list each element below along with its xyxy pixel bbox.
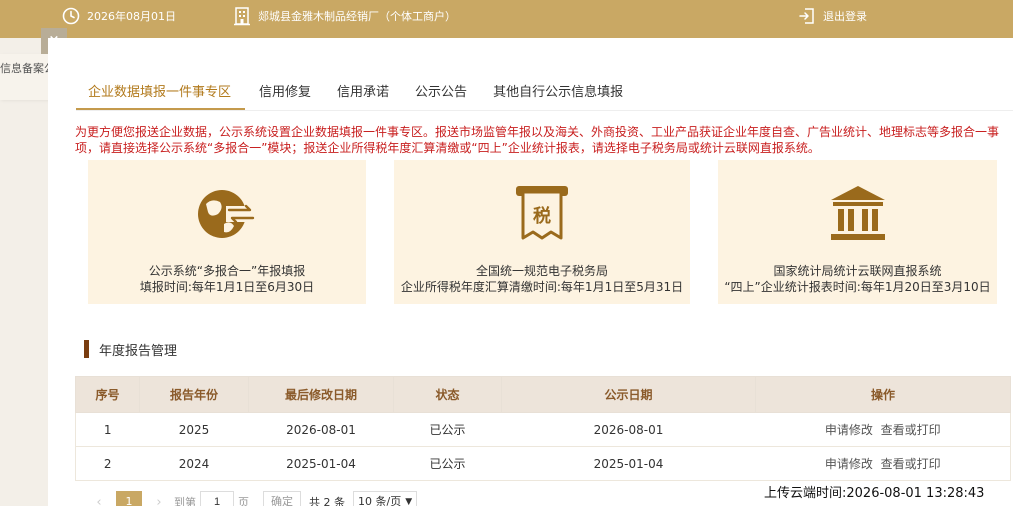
page-size-value: 10 条/页 — [358, 495, 402, 506]
tab-other-disclosure[interactable]: 其他自行公示信息填报 — [481, 80, 635, 110]
tax-icon-glyph: 税 — [533, 205, 551, 227]
goto-confirm-button[interactable]: 确定 — [263, 491, 301, 506]
goto-label: 到第 — [174, 496, 196, 506]
header-no: 序号 — [75, 376, 140, 413]
card-tax-bureau-title: 全国统一规范电子税务局 — [475, 264, 608, 278]
cell-status: 已公示 — [393, 446, 502, 481]
card-annual-report-title: 公示系统“多报合一”年报填报 — [148, 264, 306, 278]
prev-page-button[interactable]: ‹ — [88, 495, 110, 506]
header-published: 公示日期 — [501, 376, 756, 413]
cell-published: 2025-01-04 — [501, 446, 756, 481]
building-icon — [233, 6, 251, 26]
government-building-icon — [827, 184, 889, 247]
card-tax-bureau-period: 企业所得税年度汇算清缴时间:每年1月1日至5月31日 — [400, 280, 684, 294]
cell-modified: 2026-08-01 — [248, 412, 394, 447]
globe-exchange-icon — [196, 184, 258, 247]
cell-actions: 申请修改 查看或打印 — [755, 412, 1011, 447]
tab-public-notice[interactable]: 公示公告 — [403, 80, 479, 110]
card-statistics-title: 国家统计局统计云联网直报系统 — [773, 264, 942, 278]
apply-modify-link[interactable]: 申请修改 — [825, 423, 873, 437]
date-text: 2026年08月01日 — [87, 10, 176, 23]
apply-modify-link[interactable]: 申请修改 — [825, 457, 873, 471]
pagination: ‹ 1 › 到第 页 确定 共 2 条 10 条/页 ▼ — [88, 490, 418, 506]
cell-year: 2024 — [139, 446, 249, 481]
top-bar: 2026年08月01日 郯城县金雅木制品经销厂（个体工商户） 退出登录 — [0, 0, 1013, 38]
tab-bar: 企业数据填报一件事专区 信用修复 信用承诺 公示公告 其他自行公示信息填报 — [76, 80, 635, 110]
section-marker — [84, 340, 89, 358]
upload-time-stamp: 上传云端时间:2026-08-01 13:28:43 — [762, 484, 1013, 506]
date-display: 2026年08月01日 — [62, 0, 176, 32]
cell-actions: 申请修改 查看或打印 — [755, 446, 1011, 481]
cell-status: 已公示 — [393, 412, 502, 447]
card-statistics[interactable]: 国家统计局统计云联网直报系统 “四上”企业统计报表时间:每年1月20日至3月10… — [718, 160, 997, 304]
annual-report-table: 序号 报告年份 最后修改日期 状态 公示日期 操作 1 2025 2026-08… — [75, 376, 1011, 481]
main-panel: 企业数据填报一件事专区 信用修复 信用承诺 公示公告 其他自行公示信息填报 为更… — [48, 38, 1013, 506]
intro-notice: 为更方便您报送企业数据，公示系统设置企业数据填报一件事专区。报送市场监管年报以及… — [75, 125, 1000, 155]
left-gutter — [0, 38, 48, 506]
cell-published: 2026-08-01 — [501, 412, 756, 447]
cell-year: 2025 — [139, 412, 249, 447]
header-year: 报告年份 — [139, 376, 249, 413]
tax-icon: 税 — [511, 184, 573, 247]
logout-icon — [798, 7, 816, 25]
cell-no: 2 — [75, 446, 140, 481]
company-name: 郯城县金雅木制品经销厂（个体工商户） — [258, 10, 456, 23]
tab-credit-repair[interactable]: 信用修复 — [247, 80, 323, 110]
section-title: 年度报告管理 — [99, 343, 178, 359]
header-modified: 最后修改日期 — [248, 376, 394, 413]
chevron-down-icon: ▼ — [405, 497, 413, 506]
header-status: 状态 — [393, 376, 502, 413]
header-actions: 操作 — [755, 376, 1011, 413]
next-page-button[interactable]: › — [148, 495, 170, 506]
table-row: 1 2025 2026-08-01 已公示 2026-08-01 申请修改 查看… — [75, 412, 1011, 447]
total-count: 共 2 条 — [309, 496, 345, 506]
view-print-link[interactable]: 查看或打印 — [881, 423, 941, 437]
goto-page-input[interactable] — [200, 491, 234, 506]
current-page[interactable]: 1 — [116, 491, 142, 506]
company-display: 郯城县金雅木制品经销厂（个体工商户） — [233, 0, 456, 32]
card-annual-report[interactable]: 公示系统“多报合一”年报填报 填报时间:每年1月1日至6月30日 — [88, 160, 366, 304]
service-cards: 公示系统“多报合一”年报填报 填报时间:每年1月1日至6月30日 税 全国统一规… — [88, 160, 998, 304]
table-header-row: 序号 报告年份 最后修改日期 状态 公示日期 操作 — [75, 376, 1011, 413]
logout-button[interactable]: 退出登录 — [798, 0, 867, 32]
logout-label: 退出登录 — [823, 10, 867, 23]
card-tax-bureau[interactable]: 税 全国统一规范电子税务局 企业所得税年度汇算清缴时间:每年1月1日至5月31日 — [394, 160, 690, 304]
tab-data-filing[interactable]: 企业数据填报一件事专区 — [76, 80, 246, 110]
page-unit-label: 页 — [238, 496, 249, 506]
cell-modified: 2025-01-04 — [248, 446, 394, 481]
section-heading: 年度报告管理 — [84, 340, 178, 359]
page-size-select[interactable]: 10 条/页 ▼ — [353, 491, 418, 506]
clock-icon — [62, 7, 80, 25]
card-statistics-period: “四上”企业统计报表时间:每年1月20日至3月10日 — [724, 280, 991, 294]
tab-credit-commitment[interactable]: 信用承诺 — [325, 80, 401, 110]
card-annual-report-period: 填报时间:每年1月1日至6月30日 — [139, 280, 315, 294]
view-print-link[interactable]: 查看或打印 — [881, 457, 941, 471]
cell-no: 1 — [75, 412, 140, 447]
table-row: 2 2024 2025-01-04 已公示 2025-01-04 申请修改 查看… — [75, 446, 1011, 481]
tab-divider — [76, 110, 1013, 111]
